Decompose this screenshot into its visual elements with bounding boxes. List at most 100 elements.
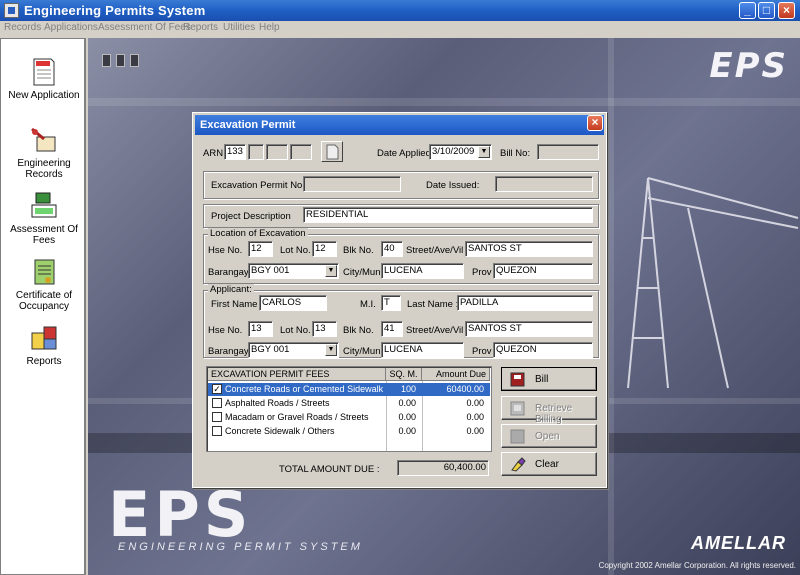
menu-applications[interactable]: Applications bbox=[44, 22, 98, 33]
fees-list: EXCAVATION PERMIT FEES SQ. M. Amount Due… bbox=[206, 366, 492, 452]
date-applied-label: Date Applied: bbox=[377, 148, 434, 159]
arn-label: ARN bbox=[203, 148, 224, 159]
app-city-label: City/Mun bbox=[343, 346, 381, 357]
date-issued-field bbox=[495, 176, 593, 192]
loc-city-label: City/Mun bbox=[343, 267, 381, 278]
fee-checkbox[interactable] bbox=[212, 412, 222, 422]
chevron-down-icon[interactable]: ▼ bbox=[325, 344, 337, 356]
loc-street-field[interactable]: SANTOS ST bbox=[465, 241, 593, 257]
decor-square bbox=[116, 54, 125, 67]
fee-row[interactable]: ✓ Concrete Roads or Cemented Sidewalk 10… bbox=[208, 383, 490, 396]
retrieve-billing-button[interactable]: Retrieve Billing bbox=[501, 396, 597, 425]
menu-help[interactable]: Help bbox=[259, 22, 280, 33]
menu-assessment-of-fees[interactable]: Assessment Of Fees bbox=[98, 22, 191, 33]
project-description-label: Project Description bbox=[211, 211, 291, 222]
arn-field-3 bbox=[266, 144, 288, 160]
date-applied-field[interactable]: 3/10/2009 ▼ bbox=[429, 144, 492, 160]
bill-icon bbox=[510, 372, 526, 387]
records-icon bbox=[29, 125, 59, 155]
loc-prov-field[interactable]: QUEZON bbox=[493, 263, 593, 279]
fee-sqm: 0.00 bbox=[398, 412, 416, 422]
arn-lookup-button[interactable] bbox=[321, 141, 343, 162]
loc-barangay-select[interactable]: BGY 001 ▼ bbox=[248, 263, 339, 279]
minimize-button[interactable]: _ bbox=[739, 2, 756, 19]
app-icon[interactable] bbox=[4, 3, 19, 18]
fee-amount: 60400.00 bbox=[446, 384, 484, 394]
retrieve-billing-button-label: Retrieve Billing bbox=[535, 403, 573, 425]
chevron-down-icon[interactable]: ▼ bbox=[478, 146, 490, 158]
app-barangay-select[interactable]: BGY 001 ▼ bbox=[248, 342, 339, 358]
menu-utilities[interactable]: Utilities bbox=[223, 22, 255, 33]
fees-col-header[interactable]: EXCAVATION PERMIT FEES bbox=[208, 368, 386, 381]
location-group-title: Location of Excavation bbox=[208, 228, 308, 239]
sidebar-item-engineering-records[interactable]: Engineering Records bbox=[1, 125, 87, 180]
logo-subtitle: ENGINEERING PERMIT SYSTEM bbox=[118, 541, 363, 553]
clear-button[interactable]: Clear bbox=[501, 452, 597, 476]
company-logo: AMELLAR bbox=[691, 533, 786, 553]
fee-checkbox[interactable] bbox=[212, 398, 222, 408]
dialog-close-button[interactable]: × bbox=[587, 115, 603, 131]
reports-icon bbox=[29, 323, 59, 353]
sidebar-item-new-application[interactable]: New Application bbox=[1, 57, 87, 101]
sidebar-item-label: Certificate of Occupancy bbox=[15, 290, 73, 312]
app-blk-no-field[interactable]: 41 bbox=[381, 321, 403, 337]
sidebar-item-certificate-of-occupancy[interactable]: Certificate of Occupancy bbox=[1, 257, 87, 312]
arn-field-1[interactable]: 133 bbox=[224, 144, 246, 160]
sqm-col-header[interactable]: SQ. M. bbox=[386, 368, 422, 381]
menu-records[interactable]: Records bbox=[4, 22, 41, 33]
applicant-group-title: Applicant: bbox=[208, 284, 254, 295]
mi-field[interactable]: T bbox=[381, 295, 401, 311]
dialog-title: Excavation Permit bbox=[195, 115, 604, 135]
fee-amount: 0.00 bbox=[466, 412, 484, 422]
sidebar-item-assessment-of-fees[interactable]: Assessment Of Fees bbox=[1, 191, 87, 246]
menu-reports[interactable]: Reports bbox=[183, 22, 218, 33]
fee-name: Macadam or Gravel Roads / Streets bbox=[225, 412, 369, 422]
last-name-field[interactable]: PADILLA bbox=[457, 295, 593, 311]
loc-barangay-label: Barangay bbox=[208, 267, 249, 278]
fee-checkbox[interactable]: ✓ bbox=[212, 384, 222, 394]
bill-button[interactable]: Bill bbox=[501, 367, 597, 391]
loc-hse-no-label: Hse No. bbox=[208, 245, 243, 256]
fee-checkbox[interactable] bbox=[212, 426, 222, 436]
app-hse-no-label: Hse No. bbox=[208, 325, 243, 336]
loc-lot-no-label: Lot No. bbox=[280, 245, 311, 256]
first-name-label: First Name : bbox=[211, 299, 263, 310]
loc-blk-no-field[interactable]: 40 bbox=[381, 241, 403, 257]
loc-lot-no-field[interactable]: 12 bbox=[312, 241, 337, 257]
project-description-field[interactable]: RESIDENTIAL bbox=[303, 207, 593, 223]
bill-button-label: Bill bbox=[535, 374, 549, 385]
certificate-icon bbox=[29, 257, 59, 287]
fee-row[interactable]: Concrete Sidewalk / Others 0.00 0.00 bbox=[208, 425, 490, 438]
app-prov-field[interactable]: QUEZON bbox=[493, 342, 593, 358]
close-button[interactable]: × bbox=[778, 2, 795, 19]
bill-no-label: Bill No: bbox=[500, 148, 531, 159]
bill-no-field bbox=[537, 144, 599, 160]
app-prov-label: Prov bbox=[472, 346, 492, 357]
app-hse-no-field[interactable]: 13 bbox=[248, 321, 273, 337]
date-applied-value: 3/10/2009 bbox=[432, 146, 475, 157]
fee-sqm: 100 bbox=[400, 384, 416, 394]
sidebar-item-label: Engineering Records bbox=[17, 158, 71, 180]
sidebar-item-reports[interactable]: Reports bbox=[1, 323, 87, 367]
loc-city-field[interactable]: LUCENA bbox=[381, 263, 464, 279]
fee-sqm: 0.00 bbox=[398, 426, 416, 436]
app-lot-no-field[interactable]: 13 bbox=[312, 321, 337, 337]
amount-col-header[interactable]: Amount Due bbox=[422, 368, 490, 381]
first-name-field[interactable]: CARLOS bbox=[259, 295, 327, 311]
permit-no-field bbox=[303, 176, 401, 192]
clear-button-label: Clear bbox=[535, 459, 559, 470]
fee-name: Concrete Roads or Cemented Sidewalk bbox=[225, 384, 384, 394]
open-button[interactable]: Open bbox=[501, 424, 597, 448]
app-barangay-value: BGY 001 bbox=[251, 344, 290, 355]
loc-hse-no-field[interactable]: 12 bbox=[248, 241, 273, 257]
app-city-field[interactable]: LUCENA bbox=[381, 342, 464, 358]
fee-name: Asphalted Roads / Streets bbox=[225, 398, 330, 408]
maximize-button[interactable]: □ bbox=[758, 2, 775, 19]
fee-row[interactable]: Asphalted Roads / Streets 0.00 0.00 bbox=[208, 397, 490, 410]
fee-row[interactable]: Macadam or Gravel Roads / Streets 0.00 0… bbox=[208, 411, 490, 424]
chevron-down-icon[interactable]: ▼ bbox=[325, 265, 337, 277]
excavation-permit-dialog: Excavation Permit × ARN 133 Date Applied… bbox=[192, 112, 607, 488]
app-street-field[interactable]: SANTOS ST bbox=[465, 321, 593, 337]
sidebar-item-label: New Application bbox=[8, 90, 80, 101]
menu-bar: Records Applications Assessment Of Fees … bbox=[0, 21, 800, 36]
